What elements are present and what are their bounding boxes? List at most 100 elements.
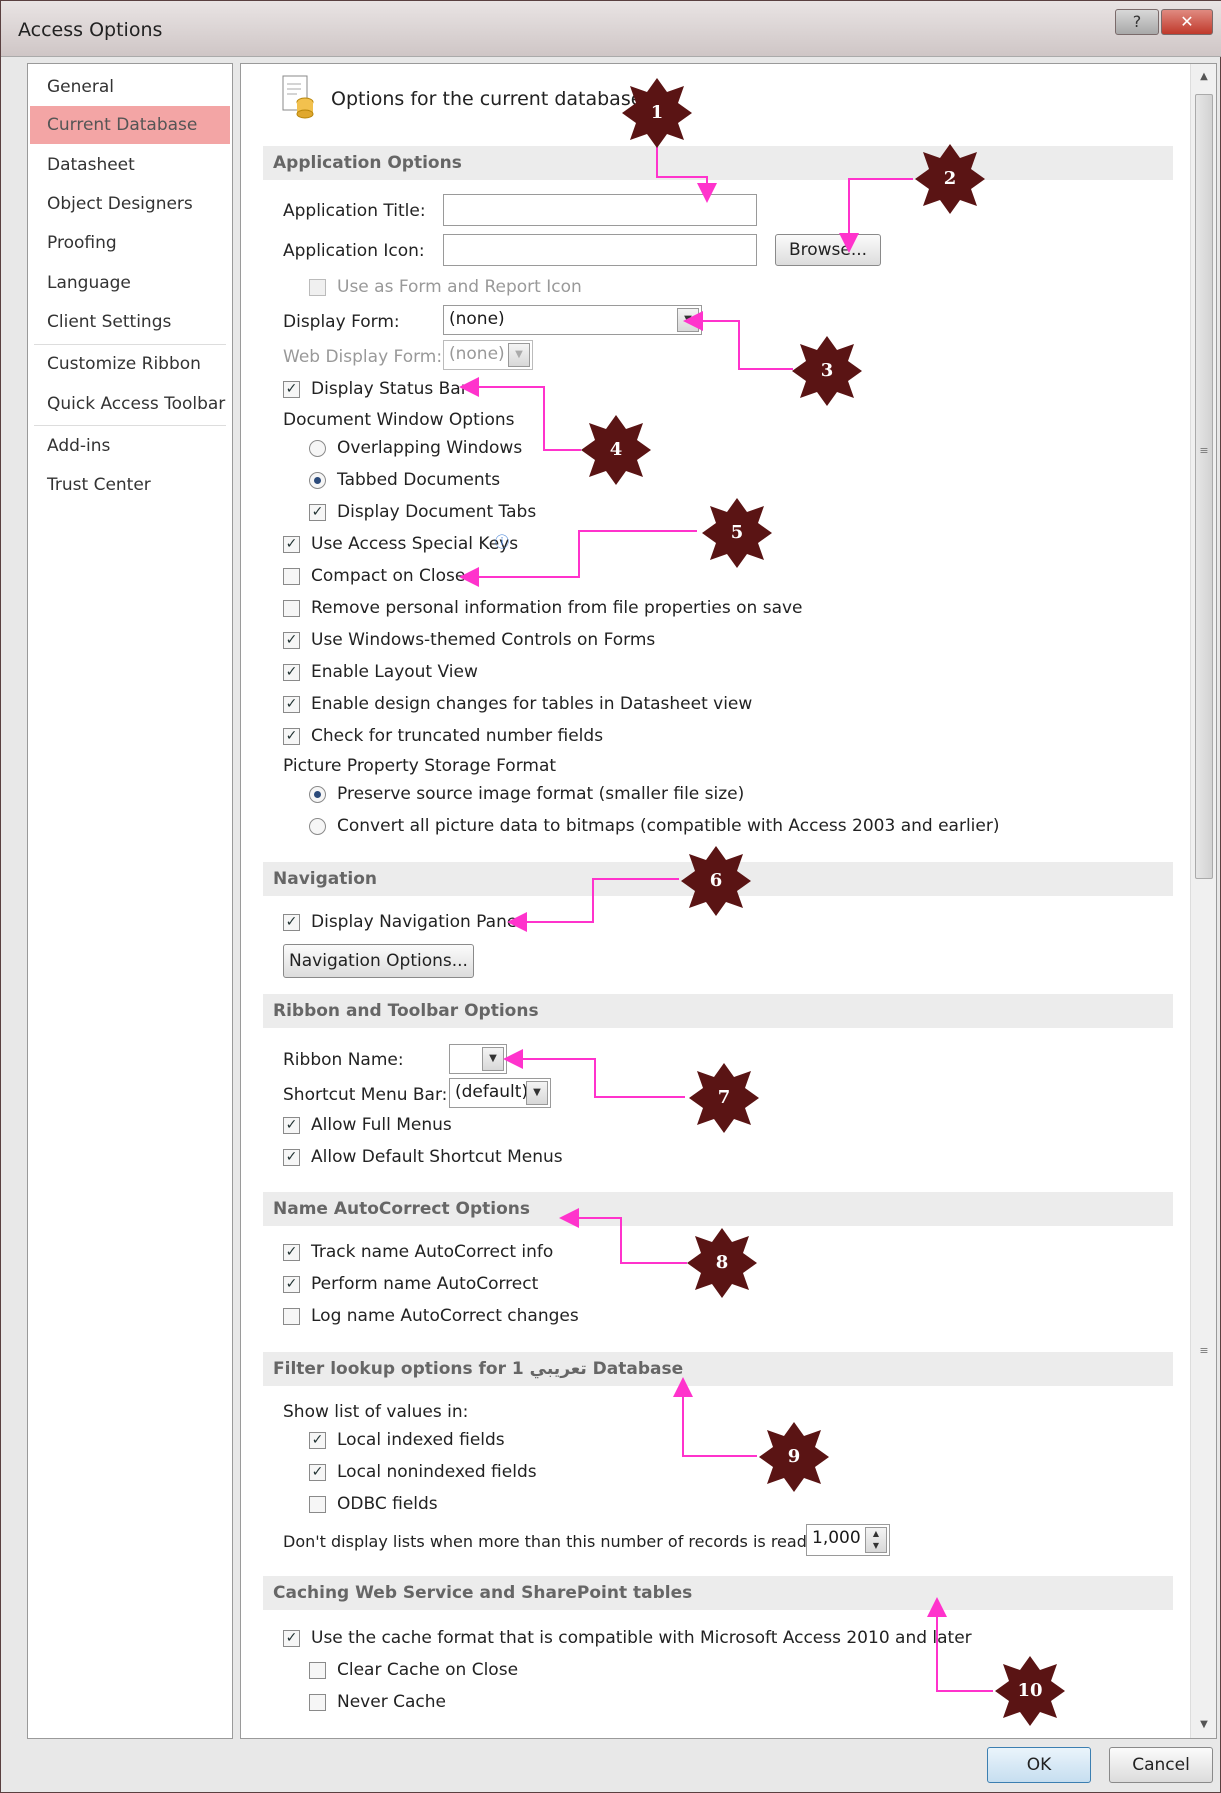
- never-cache-label: Never Cache: [337, 1692, 446, 1712]
- tabbed-documents-radio[interactable]: [309, 472, 326, 489]
- chevron-down-icon[interactable]: ▼: [677, 308, 699, 332]
- database-options-icon: [281, 74, 315, 120]
- application-icon-label: Application Icon:: [283, 241, 425, 261]
- vertical-scrollbar[interactable]: ▲ ≡ ≡ ▼: [1190, 64, 1216, 1738]
- enable-design-changes-checkbox[interactable]: ✓: [283, 696, 300, 713]
- local-nonindexed-fields-label: Local nonindexed fields: [337, 1462, 537, 1482]
- callout-badge: 4: [579, 413, 653, 487]
- tabbed-documents-label: Tabbed Documents: [337, 470, 501, 490]
- nav-item-datasheet[interactable]: Datasheet: [30, 146, 230, 184]
- local-nonindexed-fields-checkbox[interactable]: ✓: [309, 1464, 326, 1481]
- nav-item-trust-center[interactable]: Trust Center: [30, 466, 230, 504]
- application-title-input[interactable]: [443, 194, 757, 226]
- web-display-form-value: (none): [449, 344, 505, 364]
- nav-item-quick-access-toolbar[interactable]: Quick Access Toolbar: [30, 385, 230, 423]
- convert-to-bitmaps-label: Convert all picture data to bitmaps (com…: [337, 816, 1000, 836]
- chevron-down-icon[interactable]: ▼: [508, 343, 530, 367]
- display-status-bar-checkbox[interactable]: ✓: [283, 381, 300, 398]
- track-autocorrect-checkbox[interactable]: ✓: [283, 1244, 300, 1261]
- chevron-down-icon[interactable]: ▼: [482, 1047, 504, 1071]
- shortcut-menu-bar-select[interactable]: (default) ▼: [449, 1078, 551, 1108]
- dont-display-lists-label: Don't display lists when more than this …: [283, 1532, 813, 1551]
- cache-format-checkbox[interactable]: ✓: [283, 1630, 300, 1647]
- nav-item-current-database[interactable]: Current Database: [30, 106, 230, 144]
- web-display-form-select[interactable]: (none) ▼: [443, 340, 533, 370]
- scroll-grip-icon: ≡: [1199, 444, 1209, 457]
- remove-personal-info-checkbox[interactable]: [283, 600, 300, 617]
- application-icon-input[interactable]: [443, 234, 757, 266]
- nav-item-client-settings[interactable]: Client Settings: [30, 303, 230, 341]
- nav-separator: [34, 425, 226, 426]
- page-header: Options for the current database.: [331, 88, 649, 110]
- enable-layout-view-checkbox[interactable]: ✓: [283, 664, 300, 681]
- section-ribbon-toolbar: Ribbon and Toolbar Options: [263, 994, 1173, 1028]
- display-form-select[interactable]: (none) ▼: [443, 305, 702, 335]
- shortcut-menu-bar-value: (default): [455, 1082, 529, 1102]
- display-navigation-pane-checkbox[interactable]: ✓: [283, 914, 300, 931]
- display-document-tabs-checkbox[interactable]: ✓: [309, 504, 326, 521]
- document-window-options-label: Document Window Options: [283, 410, 515, 430]
- log-autocorrect-label: Log name AutoCorrect changes: [311, 1306, 579, 1326]
- scroll-grip-icon: ≡: [1199, 1344, 1209, 1357]
- display-document-tabs-label: Display Document Tabs: [337, 502, 537, 522]
- local-indexed-fields-label: Local indexed fields: [337, 1430, 505, 1450]
- log-autocorrect-checkbox[interactable]: [283, 1308, 300, 1325]
- odbc-fields-checkbox[interactable]: [309, 1496, 326, 1513]
- nav-item-proofing[interactable]: Proofing: [30, 224, 230, 262]
- enable-design-changes-label: Enable design changes for tables in Data…: [311, 694, 753, 714]
- convert-to-bitmaps-radio[interactable]: [309, 818, 326, 835]
- overlapping-windows-radio[interactable]: [309, 440, 326, 457]
- check-truncated-fields-checkbox[interactable]: ✓: [283, 728, 300, 745]
- local-indexed-fields-checkbox[interactable]: ✓: [309, 1432, 326, 1449]
- spinner-arrows-icon[interactable]: ▲ ▼: [865, 1527, 887, 1553]
- callout-badge: 2: [913, 142, 987, 216]
- nav-item-language[interactable]: Language: [30, 264, 230, 302]
- track-autocorrect-label: Track name AutoCorrect info: [311, 1242, 554, 1262]
- perform-autocorrect-checkbox[interactable]: ✓: [283, 1276, 300, 1293]
- ribbon-name-select[interactable]: ▼: [449, 1044, 507, 1074]
- cache-format-label: Use the cache format that is compatible …: [311, 1628, 972, 1648]
- compact-on-close-label: Compact on Close: [311, 566, 466, 586]
- use-as-form-icon-checkbox[interactable]: [309, 279, 326, 296]
- allow-full-menus-checkbox[interactable]: ✓: [283, 1117, 300, 1134]
- nav-item-add-ins[interactable]: Add-ins: [30, 427, 230, 465]
- navigation-options-button[interactable]: Navigation Options...: [283, 944, 474, 978]
- access-options-window: Access Options ? ✕ General Current Datab…: [0, 0, 1221, 1793]
- records-limit-value: 1,000: [812, 1528, 861, 1548]
- cancel-button[interactable]: Cancel: [1109, 1747, 1213, 1783]
- use-as-form-icon-label: Use as Form and Report Icon: [337, 277, 582, 297]
- records-limit-spinner[interactable]: 1,000 ▲ ▼: [806, 1524, 890, 1556]
- display-form-label: Display Form:: [283, 312, 400, 332]
- use-access-special-keys-label: Use Access Special Keys: [311, 534, 519, 554]
- chevron-down-icon[interactable]: ▼: [526, 1081, 548, 1105]
- nav-item-general[interactable]: General: [30, 68, 230, 106]
- preserve-source-format-radio[interactable]: [309, 786, 326, 803]
- callout-badge: 6: [679, 844, 753, 918]
- scroll-down-icon[interactable]: ▼: [1191, 1712, 1216, 1738]
- callout-badge: 1: [620, 76, 694, 150]
- never-cache-checkbox[interactable]: [309, 1694, 326, 1711]
- allow-default-shortcut-menus-checkbox[interactable]: ✓: [283, 1149, 300, 1166]
- nav-item-customize-ribbon[interactable]: Customize Ribbon: [30, 345, 230, 383]
- nav-item-object-designers[interactable]: Object Designers: [30, 185, 230, 223]
- windows-themed-controls-checkbox[interactable]: ✓: [283, 632, 300, 649]
- options-nav: General Current Database Datasheet Objec…: [27, 63, 233, 1739]
- ok-button[interactable]: OK: [987, 1747, 1091, 1783]
- close-button[interactable]: ✕: [1161, 9, 1213, 35]
- preserve-source-format-label: Preserve source image format (smaller fi…: [337, 784, 745, 804]
- use-access-special-keys-checkbox[interactable]: ✓: [283, 536, 300, 553]
- callout-badge: 5: [700, 496, 774, 570]
- display-form-value: (none): [449, 309, 505, 329]
- scroll-thumb[interactable]: [1195, 94, 1213, 879]
- show-list-label: Show list of values in:: [283, 1402, 469, 1422]
- odbc-fields-label: ODBC fields: [337, 1494, 438, 1514]
- browse-button[interactable]: Browse...: [775, 234, 881, 266]
- compact-on-close-checkbox[interactable]: [283, 568, 300, 585]
- help-button[interactable]: ?: [1115, 9, 1159, 35]
- section-filter-lookup: Filter lookup options for تعريبي 1 Datab…: [263, 1352, 1173, 1386]
- clear-cache-on-close-checkbox[interactable]: [309, 1662, 326, 1679]
- scroll-up-icon[interactable]: ▲: [1191, 64, 1216, 90]
- ribbon-name-label: Ribbon Name:: [283, 1050, 404, 1070]
- application-title-label: Application Title:: [283, 201, 426, 221]
- callout-badge: 9: [757, 1420, 831, 1494]
